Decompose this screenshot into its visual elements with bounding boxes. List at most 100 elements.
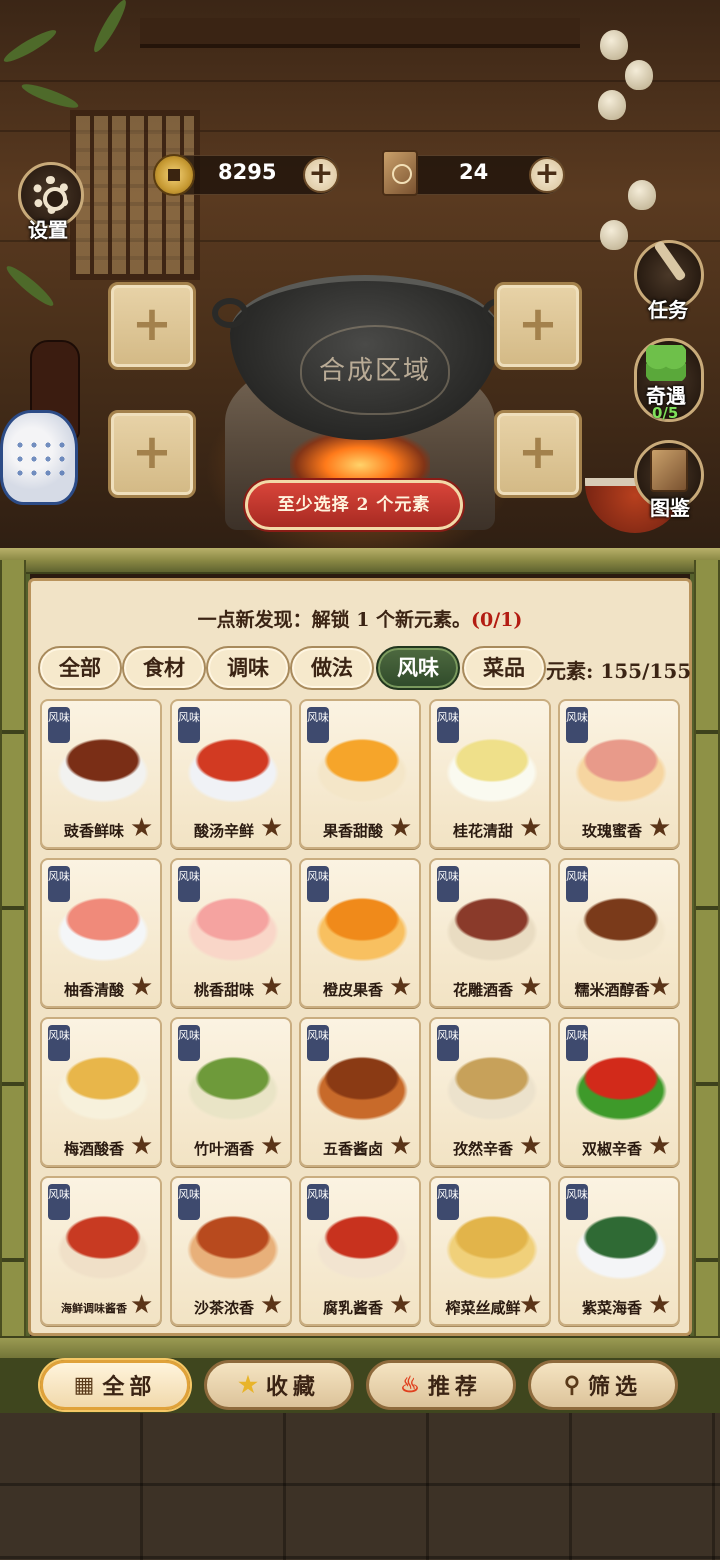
nav-button-1[interactable]: ★ 收藏 <box>204 1360 354 1410</box>
atlas-label: 图鉴 <box>650 496 690 520</box>
favorite-star-icon[interactable]: ★ <box>648 1292 674 1318</box>
tab-5[interactable]: 菜品 <box>462 646 546 690</box>
garlic <box>600 30 628 60</box>
element-name: 柚香清酸 <box>63 981 124 999</box>
element-card[interactable]: 风味 竹叶酒香 ★ <box>170 1017 292 1167</box>
element-card[interactable]: 风味 孜然辛香 ★ <box>429 1017 551 1167</box>
favorite-star-icon[interactable]: ★ <box>260 974 286 1000</box>
bamboo-top-rail <box>0 548 720 574</box>
tab-3[interactable]: 做法 <box>290 646 374 690</box>
favorite-star-icon[interactable]: ★ <box>519 1292 545 1318</box>
favorite-star-icon[interactable]: ★ <box>519 1133 545 1159</box>
element-name: 双椒辛香 <box>581 1140 642 1158</box>
favorite-star-icon[interactable]: ★ <box>130 1133 156 1159</box>
element-card[interactable]: 风味 海鲜调味酱香 ★ <box>40 1176 162 1326</box>
element-name: 榨菜丝咸鲜 <box>445 1299 521 1317</box>
coin-icon <box>153 154 195 196</box>
tab-0[interactable]: 全部 <box>38 646 122 690</box>
element-card[interactable]: 风味 豉香鲜味 ★ <box>40 699 162 849</box>
garlic <box>600 220 628 250</box>
lattice-window <box>70 110 200 280</box>
encounter-progress: 0/5 <box>652 404 679 422</box>
element-name: 豉香鲜味 <box>63 822 124 840</box>
element-card[interactable]: 风味 紫菜海香 ★ <box>558 1176 680 1326</box>
osmanthus-drink-icon <box>445 721 539 815</box>
favorite-star-icon[interactable]: ★ <box>130 1292 156 1318</box>
tab-2[interactable]: 调味 <box>206 646 290 690</box>
elements-count: 元素: 155/155 <box>546 659 692 683</box>
stone-floor <box>0 1413 720 1560</box>
favorite-star-icon[interactable]: ★ <box>260 1133 286 1159</box>
favorite-star-icon[interactable]: ★ <box>389 974 415 1000</box>
garlic <box>625 60 653 90</box>
pomelo-bowl-icon <box>56 880 150 974</box>
element-card[interactable]: 风味 桃香甜味 ★ <box>170 858 292 1008</box>
rice-wine-jar-icon <box>574 880 668 974</box>
favorite-star-icon[interactable]: ★ <box>260 815 286 841</box>
favorite-star-icon[interactable]: ★ <box>648 1133 674 1159</box>
element-card[interactable]: 风味 花雕酒香 ★ <box>429 858 551 1008</box>
seaweed-soup-bowl-icon <box>574 1198 668 1292</box>
tab-1[interactable]: 食材 <box>122 646 206 690</box>
favorite-star-icon[interactable]: ★ <box>389 1133 415 1159</box>
book-value: 24 <box>459 160 489 184</box>
discovery-progress: (0/1) <box>471 609 523 631</box>
fruit-mango-plate-icon <box>315 721 409 815</box>
element-name: 桃香甜味 <box>193 981 254 999</box>
favorite-star-icon[interactable]: ★ <box>389 815 415 841</box>
add-books-button[interactable]: + <box>529 157 565 193</box>
element-card[interactable]: 风味 玫瑰蜜香 ★ <box>558 699 680 849</box>
book-icon <box>650 448 688 492</box>
favorite-star-icon[interactable]: ★ <box>130 974 156 1000</box>
sour-soup-bowl-icon <box>186 721 280 815</box>
ingredient-slot-4[interactable]: + <box>494 410 582 498</box>
nav-button-0[interactable]: ▦ 全部 <box>40 1360 190 1410</box>
nav-label: 推荐 <box>427 1374 482 1400</box>
top-shelf <box>140 18 580 48</box>
element-card[interactable]: 风味 柚香清酸 ★ <box>40 858 162 1008</box>
element-card[interactable]: 风味 橙皮果香 ★ <box>299 858 421 1008</box>
bamboo-leaf <box>3 262 57 310</box>
element-name: 橙皮果香 <box>322 981 383 999</box>
favorite-star-icon[interactable]: ★ <box>130 815 156 841</box>
favorite-star-icon[interactable]: ★ <box>389 1292 415 1318</box>
ingredient-slot-1[interactable]: + <box>108 282 196 370</box>
bamboo-left-pole <box>0 560 26 1350</box>
discovery-message: 一点新发现：解锁 1 个新元素。(0/1) <box>28 605 692 632</box>
ingredient-slot-2[interactable]: + <box>494 282 582 370</box>
element-card[interactable]: 风味 果香甜酸 ★ <box>299 699 421 849</box>
element-name: 紫菜海香 <box>581 1299 642 1317</box>
element-card[interactable]: 风味 双椒辛香 ★ <box>558 1017 680 1167</box>
nav-button-2[interactable]: ♨ 推荐 <box>366 1360 516 1410</box>
element-card[interactable]: 风味 梅酒酸香 ★ <box>40 1017 162 1167</box>
synthesis-area-label: 合成区域 <box>318 356 431 386</box>
element-card[interactable]: 风味 腐乳酱香 ★ <box>299 1176 421 1326</box>
coin-value: 8295 <box>218 160 277 184</box>
favorite-star-icon[interactable]: ★ <box>648 815 674 841</box>
tab-4[interactable]: 风味 <box>376 646 460 690</box>
garlic <box>628 180 656 210</box>
element-card[interactable]: 风味 桂花清甜 ★ <box>429 699 551 849</box>
plum-wine-bottle-icon <box>56 1039 150 1133</box>
element-name: 糯米酒醇香 <box>574 981 650 999</box>
element-card[interactable]: 风味 糯米酒醇香 ★ <box>558 858 680 1008</box>
star-icon: ★ <box>238 1372 258 1398</box>
fermented-tofu-jar-icon <box>315 1198 409 1292</box>
chili-peppers-icon <box>574 1039 668 1133</box>
add-coins-button[interactable]: + <box>303 157 339 193</box>
element-name: 海鲜调味酱香 <box>61 1302 127 1315</box>
huadiao-wine-jar-icon <box>445 880 539 974</box>
favorite-star-icon[interactable]: ★ <box>519 974 545 1000</box>
element-card[interactable]: 风味 榨菜丝咸鲜 ★ <box>429 1176 551 1326</box>
ingredient-slot-3[interactable]: + <box>108 410 196 498</box>
element-name: 竹叶酒香 <box>193 1140 254 1158</box>
element-name: 花雕酒香 <box>452 981 513 999</box>
bamboo-right-pole <box>694 560 720 1350</box>
favorite-star-icon[interactable]: ★ <box>260 1292 286 1318</box>
element-card[interactable]: 风味 沙茶浓香 ★ <box>170 1176 292 1326</box>
element-card[interactable]: 风味 酸汤辛鲜 ★ <box>170 699 292 849</box>
favorite-star-icon[interactable]: ★ <box>519 815 545 841</box>
element-card[interactable]: 风味 五香酱卤 ★ <box>299 1017 421 1167</box>
nav-button-3[interactable]: ⚲ 筛选 <box>528 1360 678 1410</box>
favorite-star-icon[interactable]: ★ <box>648 974 674 1000</box>
